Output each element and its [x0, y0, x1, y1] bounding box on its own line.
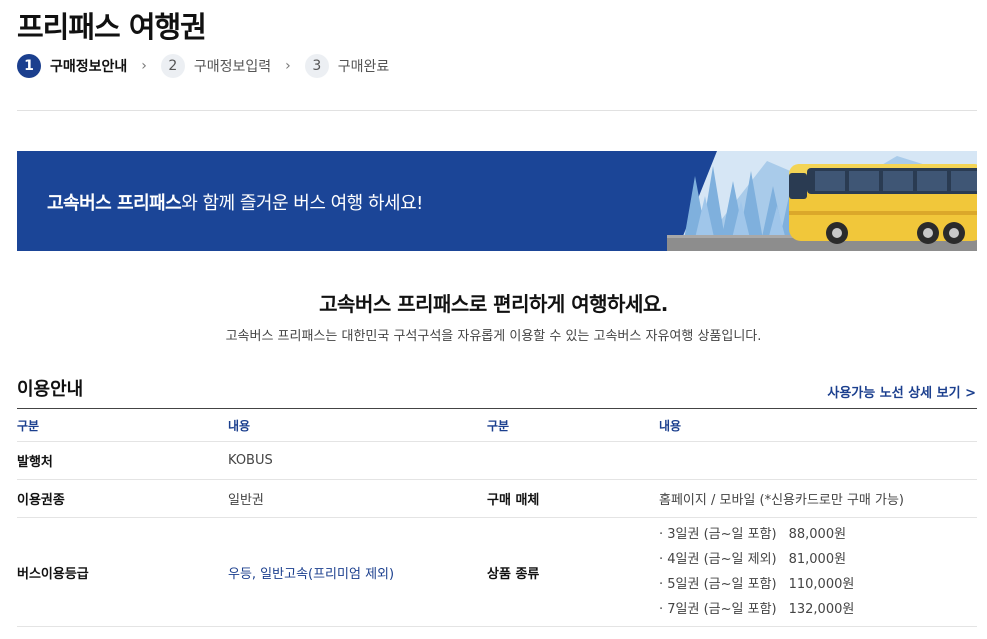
intro-title: 고속버스 프리패스로 편리하게 여행하세요.	[319, 292, 668, 316]
product-label: 상품 종류	[487, 517, 659, 627]
list-item: · 4일권 (금~일 제외) 81,000원	[659, 547, 977, 572]
header-content-2: 내용	[659, 408, 977, 442]
promo-banner: 고속버스 프리패스와 함께 즐거운 버스 여행 하세요!	[17, 151, 977, 251]
table-row: 발행처 KOBUS	[17, 441, 977, 480]
usage-info-table: 구분 내용 구분 내용 발행처 KOBUS 이용권종 일반권 구매 매체 홈페이…	[17, 408, 977, 627]
header-category-2: 구분	[487, 408, 659, 442]
step-3-label: 구매완료	[337, 59, 390, 75]
issuer-label: 발행처	[17, 441, 228, 480]
table-header-row: 구분 내용 구분 내용	[17, 408, 977, 442]
header-category-1: 구분	[17, 408, 228, 442]
product-name: · 3일권 (금~일 포함)	[659, 527, 777, 542]
product-price: 88,000원	[788, 527, 847, 542]
header-divider	[17, 110, 977, 111]
route-detail-link[interactable]: 사용가능 노선 상세 보기 >	[827, 382, 976, 401]
list-item: · 7일권 (금~일 포함) 132,000원	[659, 597, 977, 622]
chevron-right-icon: ›	[285, 58, 291, 74]
grade-value: 우등, 일반고속(프리미엄 제외)	[228, 517, 487, 627]
header-content-1: 내용	[228, 408, 487, 442]
channel-label: 구매 매체	[487, 479, 659, 518]
table-row: 버스이용등급 우등, 일반고속(프리미엄 제외) 상품 종류 · 3일권 (금~…	[17, 517, 977, 627]
chevron-right-icon: ›	[141, 58, 147, 74]
product-list-cell: · 3일권 (금~일 포함) 88,000원 · 4일권 (금~일 제외) 81,0…	[659, 517, 977, 627]
list-item: · 5일권 (금~일 포함) 110,000원	[659, 572, 977, 597]
product-price: 132,000원	[788, 602, 855, 617]
intro-description: 고속버스 프리패스는 대한민국 구석구석을 자유롭게 이용할 수 있는 고속버스…	[225, 329, 762, 344]
step-1-number: 1	[17, 54, 41, 78]
bus-illustration	[667, 151, 977, 251]
list-item: · 3일권 (금~일 포함) 88,000원	[659, 522, 977, 547]
step-3: 3 구매완료	[304, 54, 390, 78]
purchase-steps: 1 구매정보안내 › 2 구매정보입력 › 3 구매완료	[17, 54, 389, 78]
product-price: 81,000원	[788, 552, 847, 567]
step-2-number: 2	[160, 54, 185, 78]
step-1: 1 구매정보안내	[17, 54, 127, 78]
product-name: · 7일권 (금~일 포함)	[659, 602, 777, 617]
channel-value: 홈페이지 / 모바일 (*신용카드로만 구매 가능)	[659, 479, 977, 518]
usage-section-title: 이용안내	[17, 379, 84, 400]
issuer-value: KOBUS	[228, 441, 487, 480]
banner-text: 고속버스 프리패스와 함께 즐거운 버스 여행 하세요!	[47, 189, 423, 215]
step-3-number: 3	[304, 54, 329, 78]
grade-label: 버스이용등급	[17, 517, 228, 627]
step-2: 2 구매정보입력	[160, 54, 272, 78]
product-price: 110,000원	[788, 577, 855, 592]
step-2-label: 구매정보입력	[193, 59, 272, 75]
page-title: 프리패스 여행권	[17, 10, 207, 44]
table-row: 이용권종 일반권 구매 매체 홈페이지 / 모바일 (*신용카드로만 구매 가능…	[17, 479, 977, 518]
product-name: · 4일권 (금~일 제외)	[659, 552, 777, 567]
step-1-label: 구매정보안내	[50, 59, 128, 75]
product-name: · 5일권 (금~일 포함)	[659, 577, 777, 592]
banner-highlight: 고속버스 프리패스	[47, 193, 182, 214]
ticket-type-label: 이용권종	[17, 479, 228, 518]
ticket-type-value: 일반권	[228, 479, 487, 518]
banner-message: 와 함께 즐거운 버스 여행 하세요!	[181, 193, 423, 214]
product-list: · 3일권 (금~일 포함) 88,000원 · 4일권 (금~일 제외) 81,0…	[659, 518, 977, 626]
